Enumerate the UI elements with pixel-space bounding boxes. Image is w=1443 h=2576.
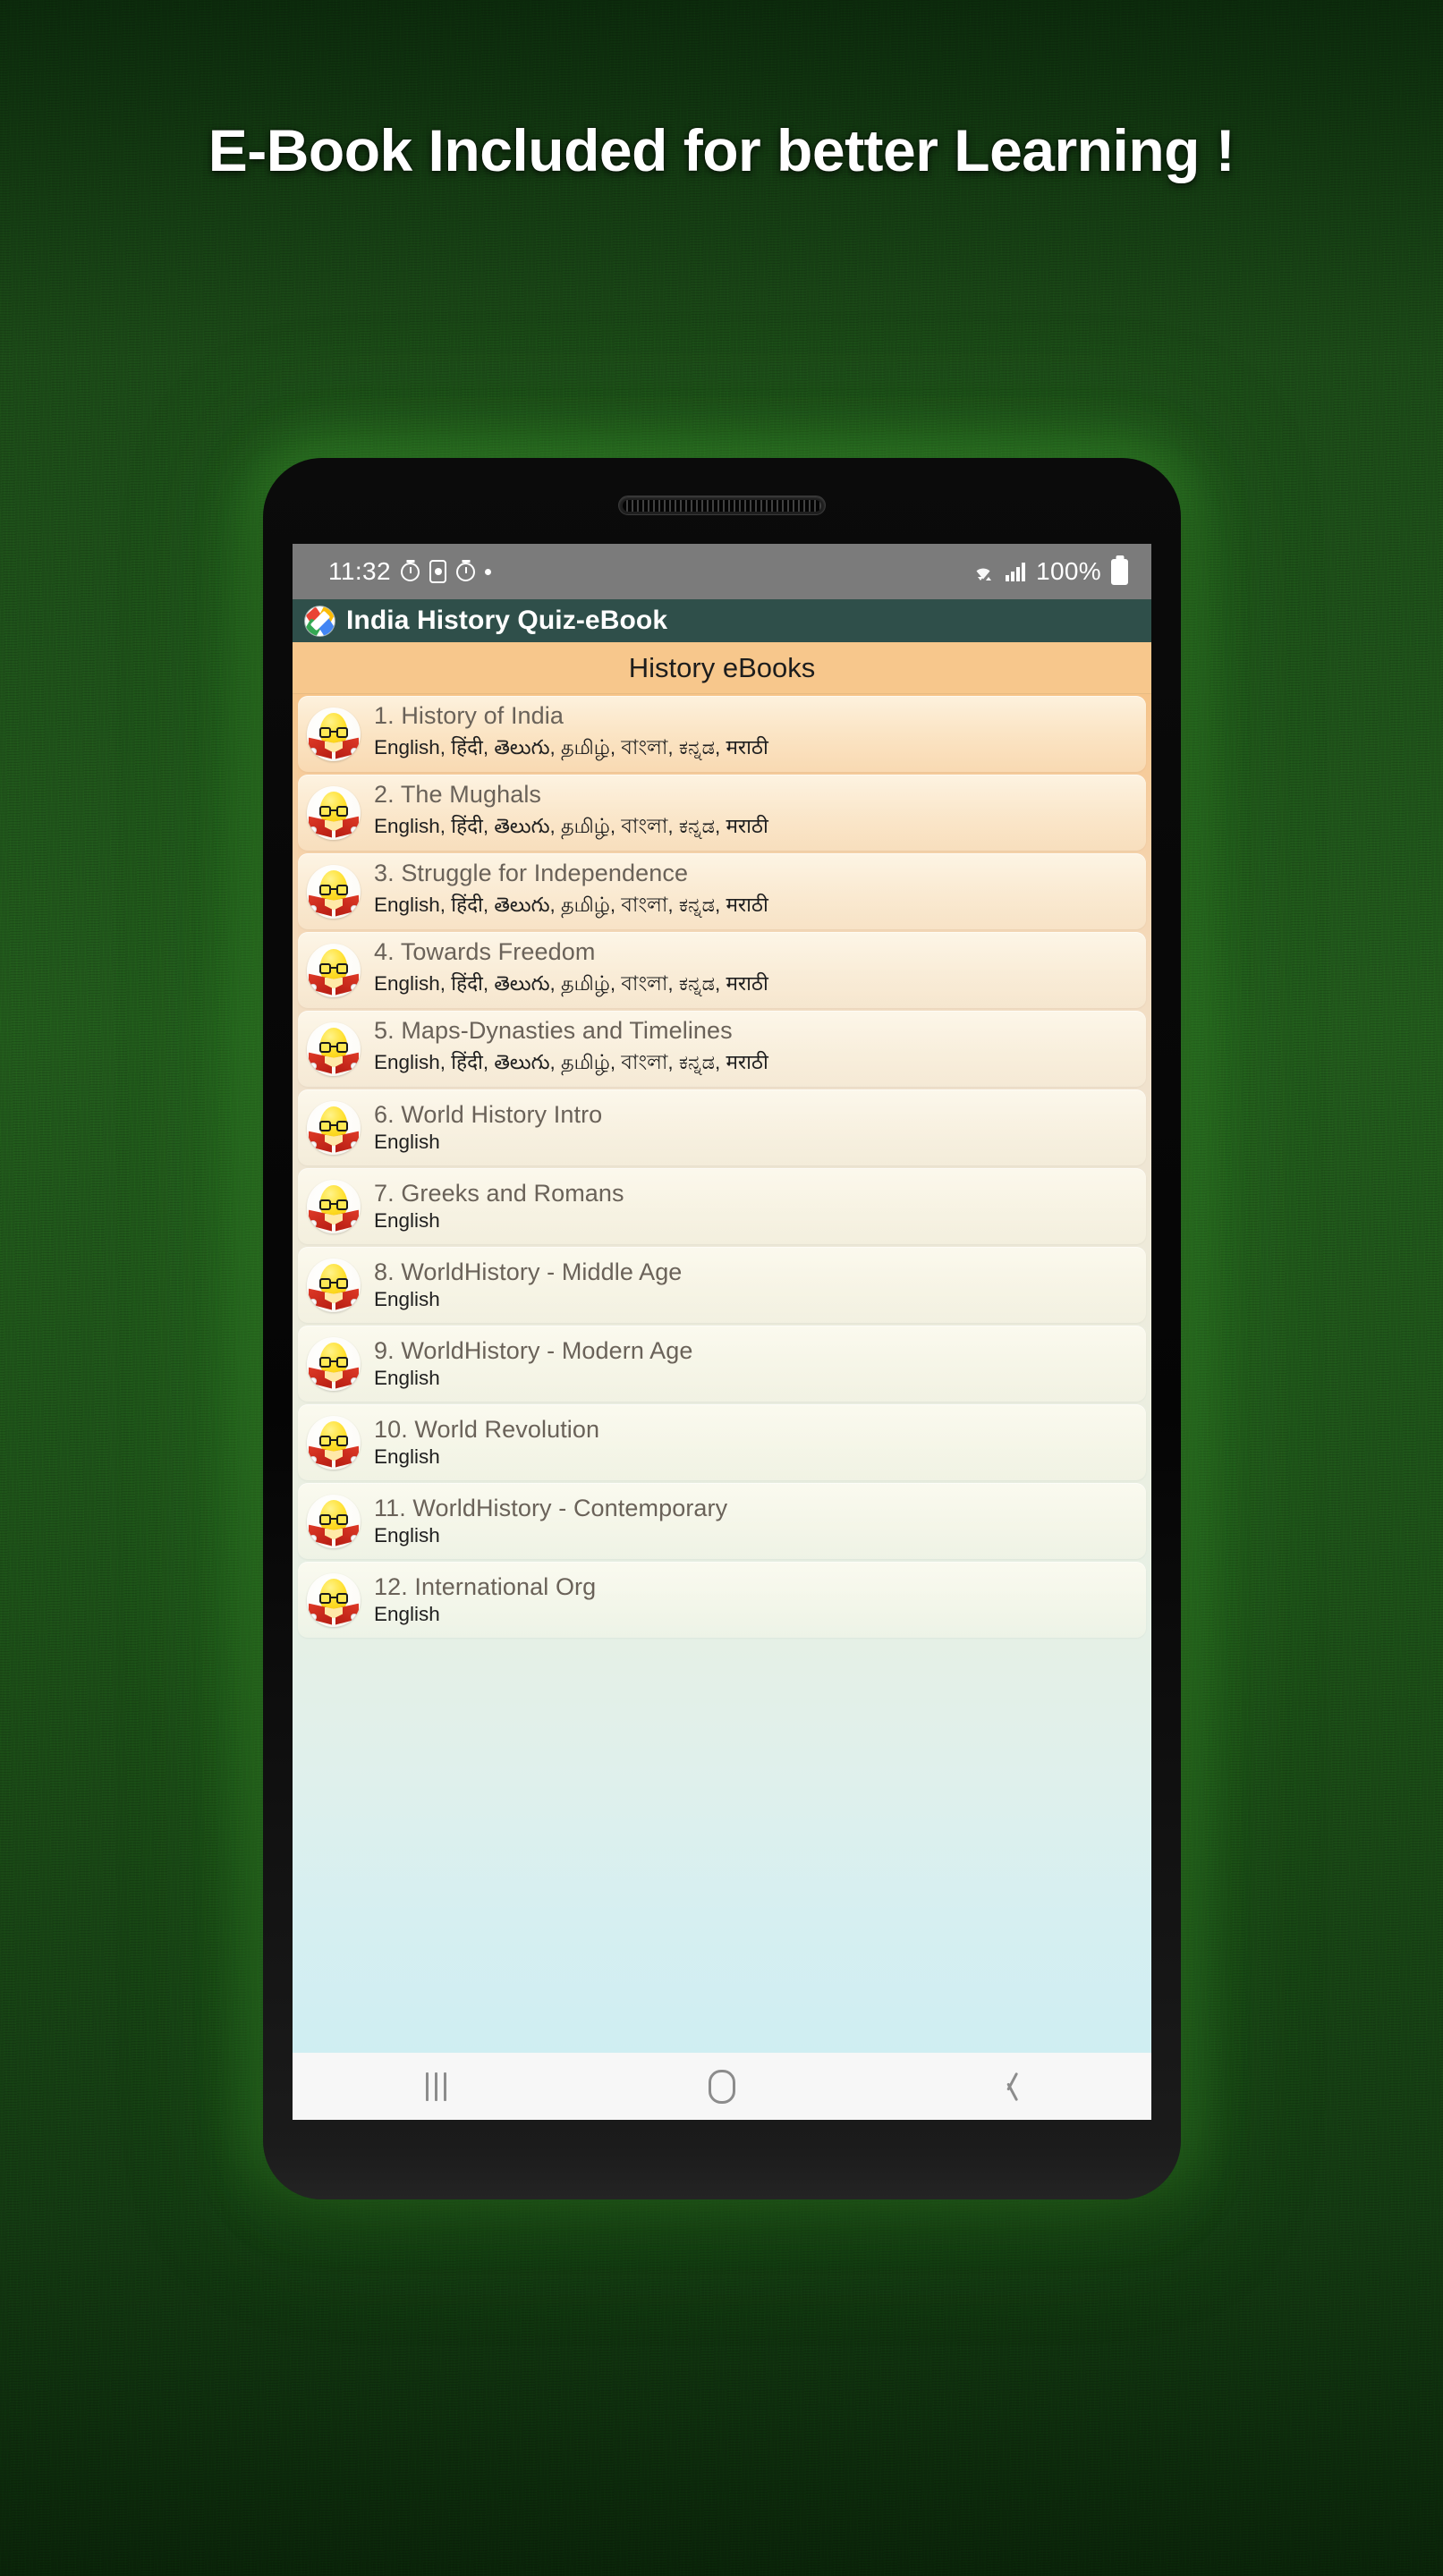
- battery-percent-label: 100%: [1036, 557, 1101, 585]
- nav-back-button[interactable]: [955, 2053, 1062, 2120]
- system-nav-bar: [293, 2053, 1151, 2120]
- ebook-list-item[interactable]: 4. Towards Freedom English, हिंदी, తెలుగు…: [298, 932, 1146, 1008]
- ebook-languages: English, हिंदी, తెలుగు, தமிழ், বাংলা, ಕನ…: [374, 894, 768, 916]
- ebook-languages: English, हिंदी, తెలుగు, தமிழ், বাংলা, ಕನ…: [374, 972, 768, 995]
- screen-recorder-icon: [429, 560, 446, 583]
- ebook-languages: English: [374, 1603, 440, 1625]
- ebook-title: 9. WorldHistory - Modern Age: [374, 1337, 693, 1364]
- phone-screen: 11:32 100% India History Quiz-eBook Hist…: [293, 544, 1151, 2120]
- book-reader-icon: [307, 707, 361, 761]
- cellular-signal-icon: [1006, 563, 1026, 581]
- ebook-list-item[interactable]: 3. Struggle for Independence English, हिं…: [298, 853, 1146, 929]
- status-bar: 11:32 100%: [293, 544, 1151, 599]
- ebook-title: 5. Maps-Dynasties and Timelines: [374, 1017, 733, 1044]
- ebook-list-item[interactable]: 1. History of India English, हिंदी, తెలుగ…: [298, 696, 1146, 772]
- ebook-languages: English: [374, 1445, 440, 1468]
- nav-recents-button[interactable]: [382, 2053, 489, 2120]
- ebook-title: 2. The Mughals: [374, 781, 542, 808]
- book-reader-icon: [307, 1572, 361, 1627]
- ebook-languages: English: [374, 1209, 440, 1232]
- book-reader-icon: [307, 1021, 361, 1076]
- back-chevron-icon: [998, 2071, 1018, 2103]
- ebook-languages: English: [374, 1131, 440, 1153]
- book-reader-icon: [307, 864, 361, 919]
- ebook-list-item[interactable]: 5. Maps-Dynasties and Timelines English, …: [298, 1011, 1146, 1087]
- ebook-title: 3. Struggle for Independence: [374, 860, 689, 886]
- status-bar-left: 11:32: [328, 557, 491, 586]
- timer-icon: [401, 562, 420, 581]
- ebook-languages: English, हिंदी, తెలుగు, தமிழ், বাংলা, ಕನ…: [374, 736, 768, 758]
- ebook-title: 7. Greeks and Romans: [374, 1180, 624, 1207]
- ebook-title: 10. World Revolution: [374, 1416, 600, 1443]
- status-bar-clock: 11:32: [328, 557, 391, 585]
- ebook-title: 1. History of India: [374, 702, 564, 729]
- ebook-list-item[interactable]: 12. International Org English: [298, 1562, 1146, 1638]
- ebook-languages: English: [374, 1524, 440, 1546]
- book-reader-icon: [307, 1494, 361, 1548]
- wifi-icon: [976, 568, 992, 580]
- app-bar: India History Quiz-eBook: [293, 599, 1151, 642]
- ebook-list-item[interactable]: 9. WorldHistory - Modern Age English: [298, 1326, 1146, 1402]
- app-logo-icon: [305, 606, 335, 636]
- ebook-title: 12. International Org: [374, 1573, 597, 1600]
- promo-background: E-Book Included for better Learning ! 11…: [0, 0, 1443, 2576]
- ebook-title: 4. Towards Freedom: [374, 938, 596, 965]
- book-reader-icon: [307, 1179, 361, 1233]
- book-reader-icon: [307, 1100, 361, 1155]
- ebook-list-item[interactable]: 10. World Revolution English: [298, 1404, 1146, 1480]
- ebook-languages: English, हिंदी, తెలుగు, தமிழ், বাংলা, ಕನ…: [374, 1051, 768, 1073]
- ebook-title: 8. WorldHistory - Middle Age: [374, 1258, 683, 1285]
- home-icon: [709, 2069, 735, 2104]
- book-reader-icon: [307, 1415, 361, 1470]
- book-reader-icon: [307, 785, 361, 840]
- recents-icon: [425, 2072, 446, 2101]
- list-header-title: History eBooks: [293, 642, 1151, 694]
- ebook-list[interactable]: 1. History of India English, हिंदी, తెలుగ…: [293, 694, 1151, 2053]
- status-bar-right: 100%: [970, 557, 1128, 586]
- speaker-grille-icon: [618, 496, 826, 515]
- ebook-list-item[interactable]: 6. World History Intro English: [298, 1089, 1146, 1165]
- ebook-list-item[interactable]: 7. Greeks and Romans English: [298, 1168, 1146, 1244]
- book-reader-icon: [307, 1336, 361, 1391]
- ebook-title: 11. WorldHistory - Contemporary: [374, 1495, 728, 1521]
- ebook-languages: English: [374, 1367, 440, 1389]
- phone-mockup: 11:32 100% India History Quiz-eBook Hist…: [263, 458, 1181, 2199]
- ebook-list-item[interactable]: 8. WorldHistory - Middle Age English: [298, 1247, 1146, 1323]
- app-title: India History Quiz-eBook: [346, 606, 668, 635]
- book-reader-icon: [307, 1258, 361, 1312]
- timer-icon-2: [456, 562, 475, 581]
- ebook-list-item[interactable]: 2. The Mughals English, हिंदी, తెలుగు, தம…: [298, 775, 1146, 851]
- ebook-title: 6. World History Intro: [374, 1101, 603, 1128]
- ebook-languages: English, हिंदी, తెలుగు, தமிழ், বাংলা, ಕನ…: [374, 815, 768, 837]
- ebook-list-item[interactable]: 11. WorldHistory - Contemporary English: [298, 1483, 1146, 1559]
- nav-home-button[interactable]: [668, 2053, 776, 2120]
- dot-icon: [485, 568, 491, 575]
- promo-headline: E-Book Included for better Learning !: [208, 117, 1235, 183]
- book-reader-icon: [307, 943, 361, 997]
- battery-icon: [1111, 558, 1128, 585]
- ebook-languages: English: [374, 1288, 440, 1310]
